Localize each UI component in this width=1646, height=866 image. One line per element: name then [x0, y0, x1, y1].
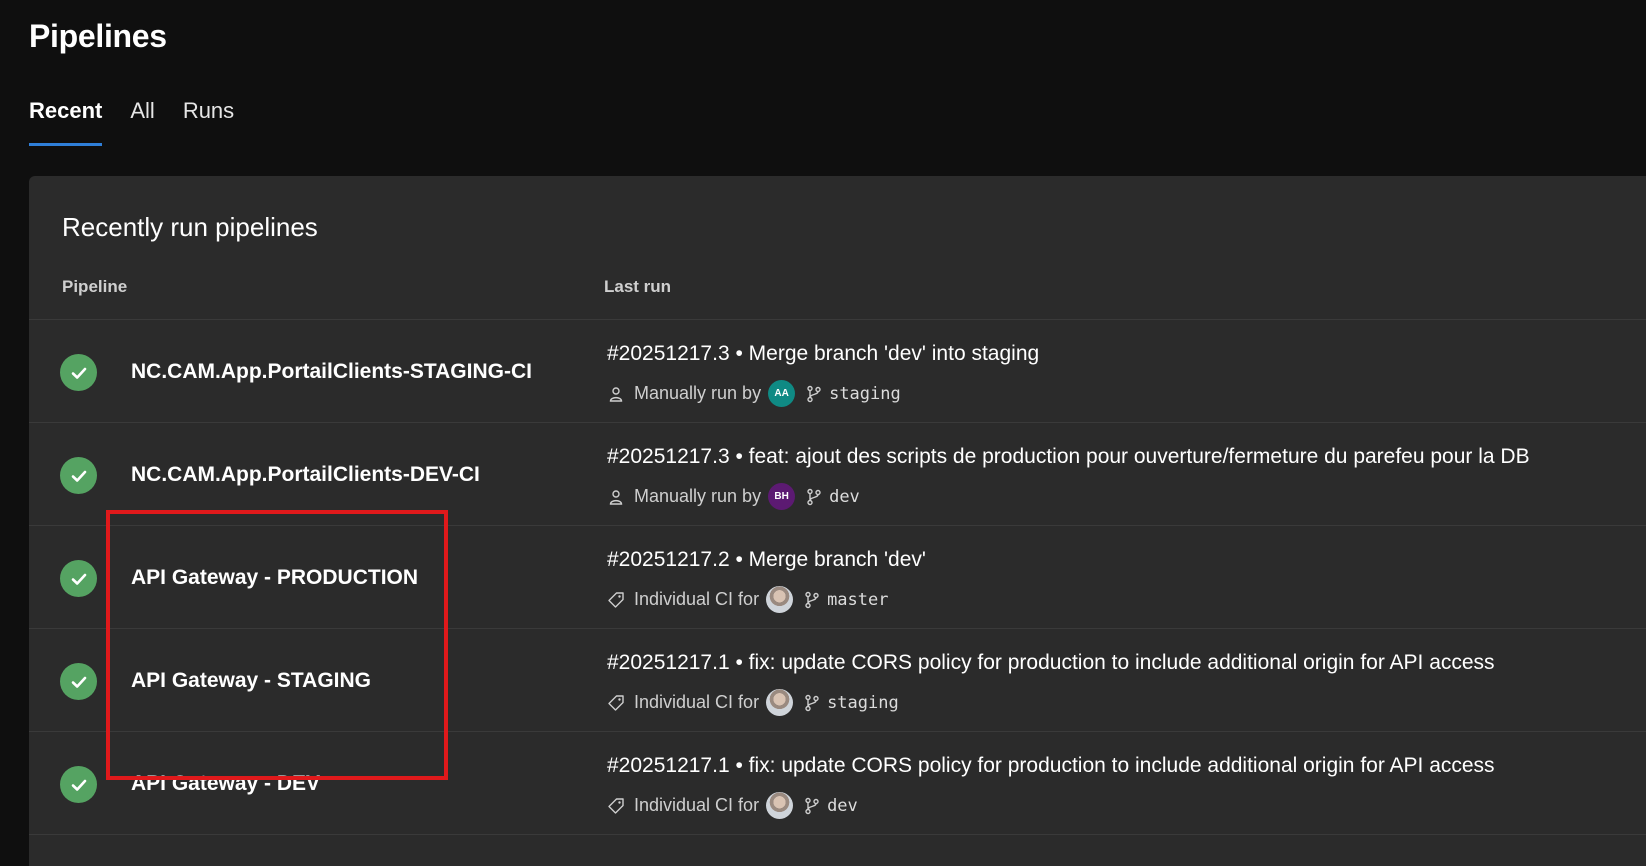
branch-name[interactable]: staging [829, 384, 901, 404]
tab-bar: Recent All Runs [29, 98, 234, 146]
branch-icon [803, 797, 821, 815]
user-icon [607, 488, 625, 506]
pipeline-name-link[interactable]: API Gateway - PRODUCTION [131, 566, 418, 590]
pipeline-row[interactable]: API Gateway - STAGING #20251217.1 • fix:… [29, 629, 1646, 732]
success-check-icon [60, 766, 97, 803]
run-meta: Manually run by BH dev [607, 483, 860, 510]
avatar[interactable]: AA [768, 380, 796, 407]
pipeline-row[interactable]: API Gateway - DEV #20251217.1 • fix: upd… [29, 732, 1646, 835]
run-title-link[interactable]: #20251217.1 • fix: update CORS policy fo… [607, 651, 1495, 675]
run-meta: Manually run by AA staging [607, 380, 901, 407]
branch-name[interactable]: master [827, 590, 888, 610]
branch-icon [803, 694, 821, 712]
column-header-last-run: Last run [604, 277, 672, 296]
tab-runs[interactable]: Runs [183, 98, 234, 146]
branch-name[interactable]: dev [827, 796, 858, 816]
tag-icon [607, 797, 625, 815]
branch-icon [805, 385, 823, 403]
branch-name[interactable]: staging [827, 693, 899, 713]
avatar-photo[interactable] [766, 792, 794, 819]
trigger-label: Manually run by [634, 383, 762, 403]
success-check-icon [60, 457, 97, 494]
pipeline-list: NC.CAM.App.PortailClients-STAGING-CI #20… [29, 320, 1646, 835]
pipeline-row[interactable]: API Gateway - PRODUCTION #20251217.2 • M… [29, 526, 1646, 629]
avatar-photo[interactable] [766, 586, 794, 613]
run-title-link[interactable]: #20251217.2 • Merge branch 'dev' [607, 548, 926, 572]
tab-all[interactable]: All [130, 98, 154, 146]
branch-icon [805, 488, 823, 506]
success-check-icon [60, 663, 97, 700]
run-meta: Individual CI for master [607, 586, 888, 613]
run-title-link[interactable]: #20251217.3 • Merge branch 'dev' into st… [607, 342, 1039, 366]
tag-icon [607, 591, 625, 609]
run-meta: Individual CI for dev [607, 792, 858, 819]
pipeline-row[interactable]: NC.CAM.App.PortailClients-DEV-CI #202512… [29, 423, 1646, 526]
trigger-label: Individual CI for [634, 692, 760, 712]
run-meta: Individual CI for staging [607, 689, 899, 716]
page-title: Pipelines [29, 18, 167, 54]
pipeline-name-link[interactable]: NC.CAM.App.PortailClients-DEV-CI [131, 463, 480, 487]
tab-recent[interactable]: Recent [29, 98, 103, 146]
tag-icon [607, 694, 625, 712]
success-check-icon [60, 354, 97, 391]
pipeline-name-link[interactable]: NC.CAM.App.PortailClients-STAGING-CI [131, 360, 532, 384]
pipeline-row[interactable]: NC.CAM.App.PortailClients-STAGING-CI #20… [29, 320, 1646, 423]
pipeline-name-link[interactable]: API Gateway - STAGING [131, 669, 371, 693]
column-header-pipeline: Pipeline [62, 277, 128, 296]
pipeline-name-link[interactable]: API Gateway - DEV [131, 772, 320, 796]
panel-title: Recently run pipelines [62, 212, 318, 242]
success-check-icon [60, 560, 97, 597]
recent-pipelines-panel: Recently run pipelines Pipeline Last run… [29, 176, 1646, 866]
branch-name[interactable]: dev [829, 487, 860, 507]
run-title-link[interactable]: #20251217.3 • feat: ajout des scripts de… [607, 445, 1530, 469]
avatar-photo[interactable] [766, 689, 794, 716]
avatar[interactable]: BH [768, 483, 796, 510]
branch-icon [803, 591, 821, 609]
run-title-link[interactable]: #20251217.1 • fix: update CORS policy fo… [607, 754, 1495, 778]
trigger-label: Individual CI for [634, 795, 760, 815]
trigger-label: Individual CI for [634, 589, 760, 609]
user-icon [607, 385, 625, 403]
trigger-label: Manually run by [634, 486, 762, 506]
